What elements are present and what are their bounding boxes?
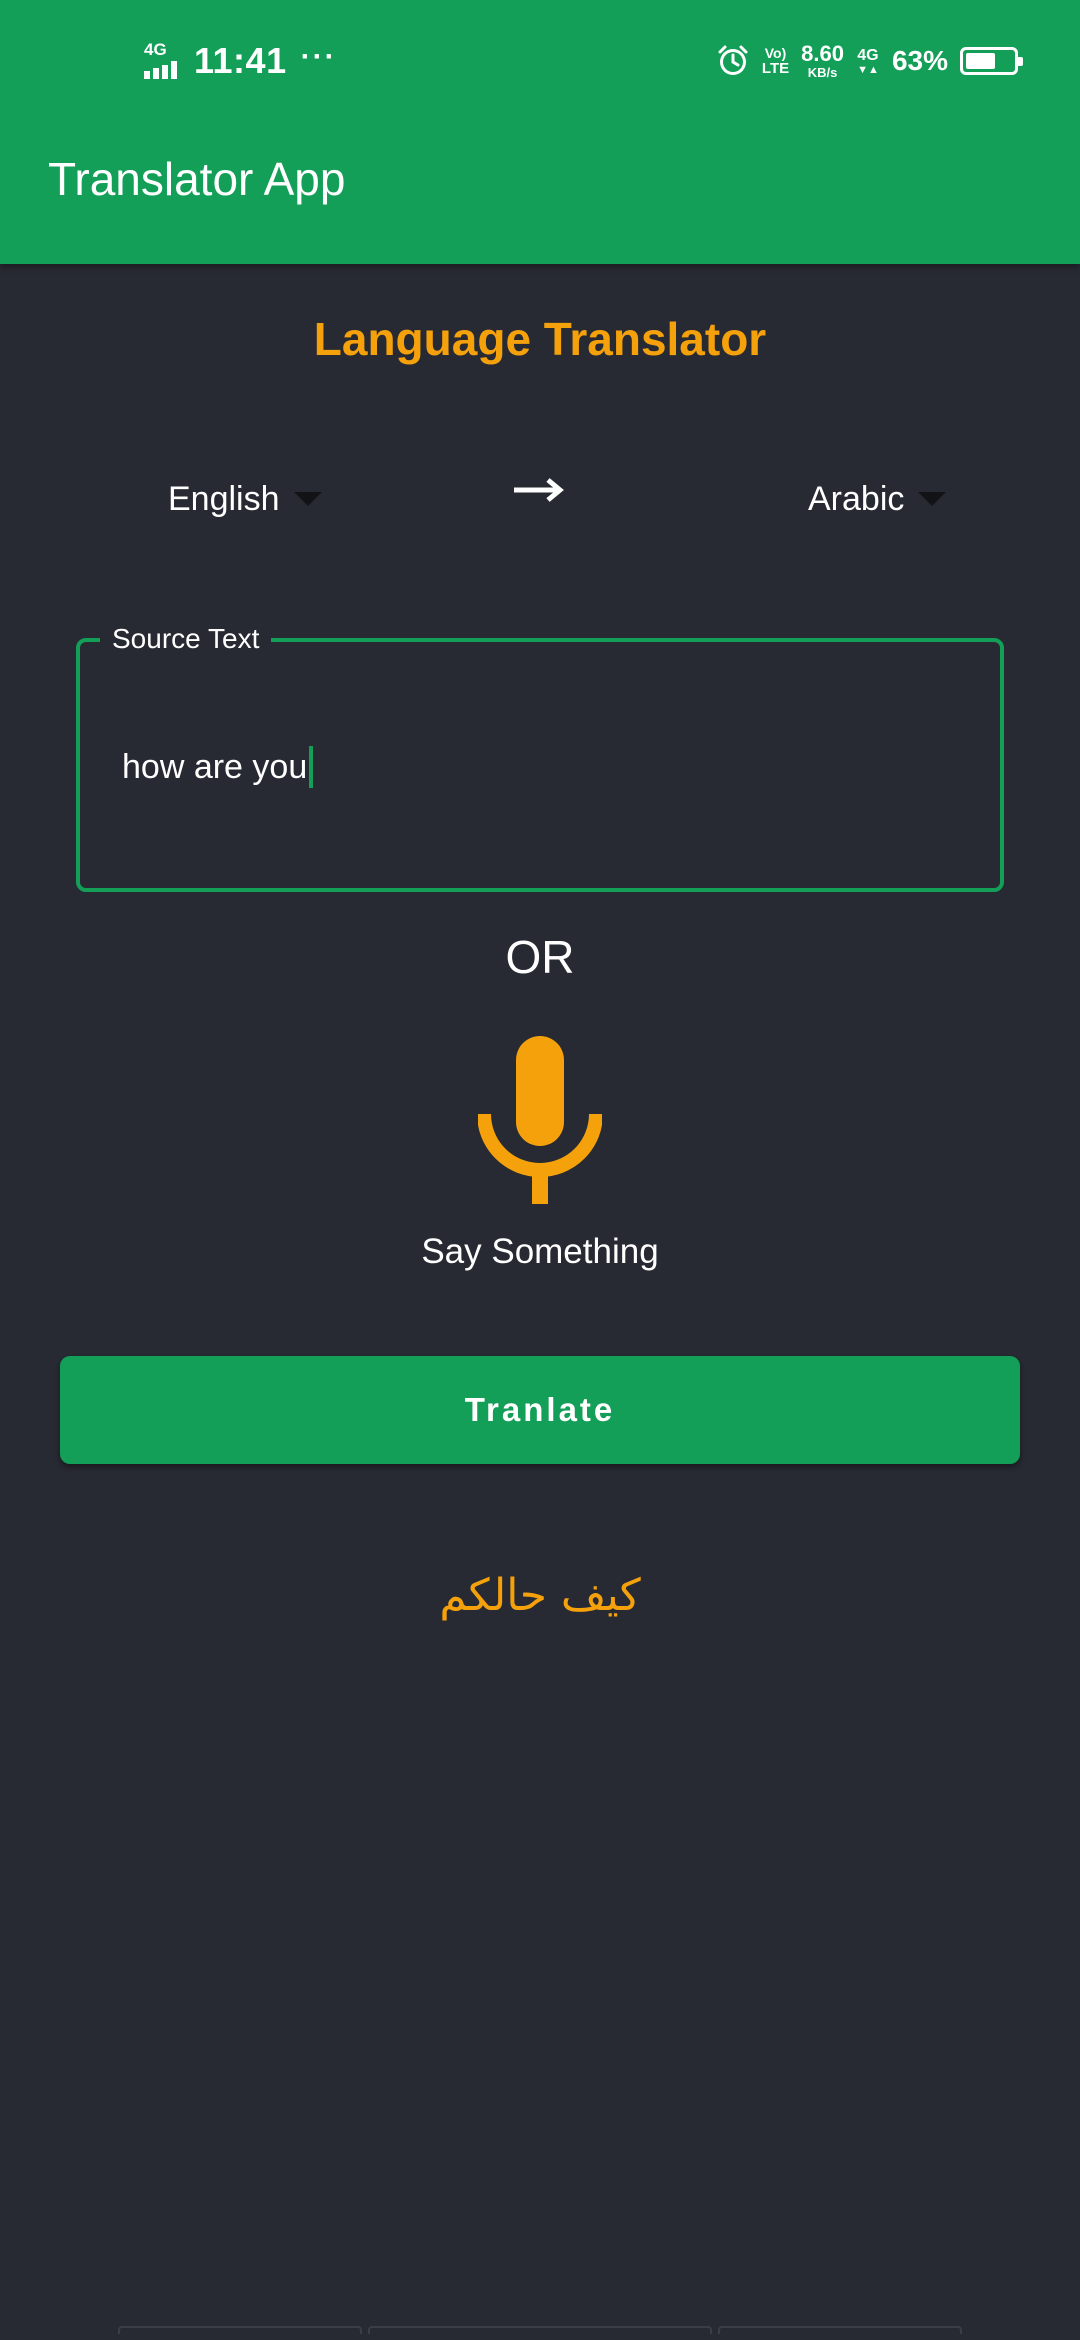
- translate-button[interactable]: Tranlate: [60, 1356, 1020, 1464]
- gesture-hint-segment: [718, 2326, 962, 2334]
- volte-icon: Vo) LTE: [761, 45, 790, 77]
- gesture-hint-segment: [118, 2326, 362, 2334]
- gesture-hint-segment: [368, 2326, 712, 2334]
- source-language-dropdown[interactable]: English: [168, 474, 322, 524]
- app-root: 4G 11:41 ··· Vo) LTE 8.60 KB/s 4G ▼▲ 63%…: [0, 0, 1080, 2340]
- battery-icon: [960, 47, 1023, 75]
- microphone-icon[interactable]: [478, 1034, 602, 1204]
- signal-icon: 4G: [144, 41, 180, 81]
- signal-bar: [171, 61, 177, 79]
- signal-bar: [144, 71, 150, 79]
- header: 4G 11:41 ··· Vo) LTE 8.60 KB/s 4G ▼▲ 63%…: [0, 0, 1080, 264]
- target-language-label: Arabic: [808, 479, 905, 518]
- network-type-label: 4G: [144, 40, 167, 59]
- battery-percent: 63%: [891, 45, 948, 76]
- translation-result: كيف حالكم: [439, 1570, 641, 1621]
- gesture-bar-hint: [118, 2326, 962, 2340]
- caret-down-icon: [293, 492, 322, 506]
- battery-tip: [1018, 57, 1023, 66]
- status-right: Vo) LTE 8.60 KB/s 4G ▼▲ 63%: [716, 38, 1023, 84]
- speed-unit: KB/s: [807, 64, 838, 80]
- page-title: Language Translator: [313, 313, 767, 365]
- volte-top-label: Vo): [764, 45, 787, 61]
- status-left: 4G 11:41 ···: [144, 36, 337, 86]
- arrow-right-icon: [514, 478, 564, 502]
- source-text-input[interactable]: how are you: [122, 742, 942, 792]
- alarm-clock-icon: [718, 45, 748, 75]
- network-speed: 8.60 KB/s: [801, 40, 844, 80]
- signal-bar: [153, 68, 159, 79]
- or-divider-text: OR: [505, 931, 575, 983]
- speed-value: 8.60: [801, 40, 844, 66]
- volte-bottom-label: LTE: [761, 60, 790, 77]
- source-text-field[interactable]: Source Text how are you: [76, 622, 1004, 892]
- signal-bar: [162, 65, 168, 79]
- source-language-label: English: [168, 479, 280, 518]
- caret-down-icon: [918, 492, 947, 506]
- signal-bars: [144, 61, 177, 79]
- battery-fill: [966, 53, 995, 69]
- text-cursor: [309, 746, 314, 788]
- voice-input-label: Say Something: [421, 1232, 659, 1271]
- more-notifications-icon: ···: [300, 40, 337, 73]
- app-bar-title: Translator App: [48, 153, 346, 205]
- mobile-data-icon: 4G ▼▲: [856, 47, 880, 76]
- language-selector-row: English Arabic: [0, 460, 1080, 540]
- mobile-data-label: 4G: [857, 46, 879, 64]
- status-time: 11:41: [194, 40, 287, 81]
- source-text-value: how are you: [122, 747, 308, 786]
- target-language-dropdown[interactable]: Arabic: [808, 474, 947, 524]
- status-bar: 4G 11:41 ··· Vo) LTE 8.60 KB/s 4G ▼▲ 63%: [0, 0, 1080, 120]
- data-arrows-icon: ▼▲: [857, 63, 879, 76]
- source-text-label: Source Text: [100, 622, 272, 656]
